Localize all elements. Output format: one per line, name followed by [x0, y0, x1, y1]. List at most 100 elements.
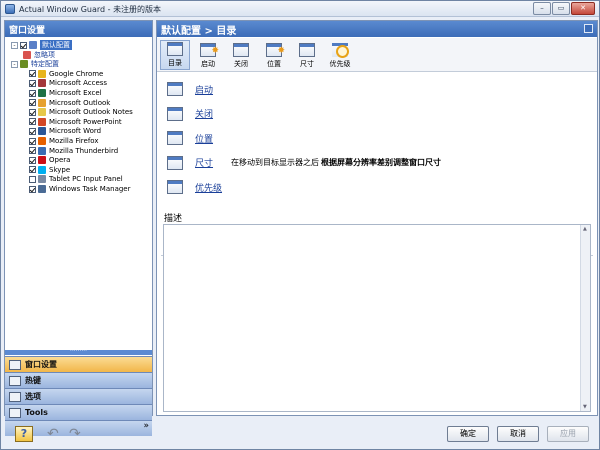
panel-menu-icon[interactable]: [584, 24, 593, 33]
app-icon: [38, 146, 46, 155]
app-icon: [38, 127, 46, 136]
tree-item[interactable]: Windows Task Manager: [29, 184, 131, 194]
undo-icon[interactable]: ↶: [47, 426, 65, 442]
category-link[interactable]: 位置: [195, 132, 225, 145]
tree-checkbox[interactable]: [29, 79, 36, 87]
category-toolbar: 目录 启动 关闭 位置 尺寸 优先级: [157, 38, 597, 72]
nav-label: Tools: [25, 408, 48, 417]
tree-checkbox[interactable]: [29, 99, 36, 107]
category-description: 在移动到目标显示器之后: [231, 158, 319, 167]
redo-icon[interactable]: ↷: [69, 426, 87, 442]
toolbar-button-position[interactable]: 位置: [259, 40, 289, 70]
tree-checkbox[interactable]: [29, 185, 36, 193]
breadcrumb-text: 默认配置 > 目录: [161, 26, 237, 37]
toolbar-button-label: 启动: [201, 60, 215, 68]
tree-item[interactable]: Microsoft Excel: [29, 88, 102, 98]
category-link[interactable]: 启动: [195, 83, 225, 96]
tree-item-label: Microsoft PowerPoint: [49, 117, 122, 126]
toolbar-button-label: 位置: [267, 60, 281, 68]
tree-item[interactable]: Microsoft Outlook Notes: [29, 107, 133, 117]
toolbar-button-label: 关闭: [234, 60, 248, 68]
tree-item[interactable]: Microsoft Outlook: [29, 98, 110, 108]
tree-item[interactable]: Microsoft Access: [29, 78, 107, 88]
tree-item[interactable]: Skype: [29, 165, 70, 175]
tree-checkbox[interactable]: [29, 118, 36, 126]
ok-button[interactable]: 确定: [447, 426, 489, 442]
tree-checkbox[interactable]: [29, 70, 36, 78]
tree-checkbox[interactable]: [29, 166, 36, 174]
tree-item[interactable]: - 特定配置: [11, 59, 59, 69]
tree-item[interactable]: Mozilla Firefox: [29, 136, 99, 146]
main-window: Actual Window Guard - 未注册的版本 – ▭ ✕ 窗口设置 …: [0, 0, 600, 450]
category-row: 尺寸 在移动到目标显示器之后 根据屏幕分辨率差别调整窗口尺寸: [167, 153, 441, 173]
close-button[interactable]: ✕: [571, 2, 595, 15]
nav-keyboard[interactable]: 热键: [5, 372, 152, 388]
category-link[interactable]: 尺寸: [195, 156, 225, 169]
directory-icon: [167, 42, 183, 56]
minimize-button[interactable]: –: [533, 2, 551, 15]
app-icon: [38, 117, 46, 126]
apply-button[interactable]: 应用: [547, 426, 589, 442]
description-scrollbar[interactable]: ▲ ▼: [580, 225, 590, 411]
toolbar-button-directory[interactable]: 目录: [160, 40, 190, 70]
restore-button[interactable]: ▭: [552, 2, 570, 15]
tree-item[interactable]: - 默认配置: [11, 40, 72, 50]
toolbar-button-size[interactable]: 尺寸: [292, 40, 322, 70]
tools-icon: [9, 407, 21, 418]
app-icon: [5, 4, 15, 14]
cancel-button[interactable]: 取消: [497, 426, 539, 442]
toolbar-button-close-window[interactable]: 关闭: [226, 40, 256, 70]
scroll-down-icon[interactable]: ▼: [583, 404, 587, 410]
category-icon: [167, 180, 183, 194]
tree-item-label: Microsoft Outlook Notes: [49, 108, 133, 117]
tree-checkbox[interactable]: [29, 147, 36, 155]
tree-checkbox[interactable]: [29, 108, 36, 116]
category-link[interactable]: 关闭: [195, 107, 225, 120]
nav-window-settings[interactable]: 窗口设置: [5, 356, 152, 372]
category-setting-value[interactable]: 根据屏幕分辨率差别调整窗口尺寸: [321, 157, 441, 168]
tree-item[interactable]: Opera: [29, 155, 70, 165]
panel-splitter-grip[interactable]: ·········: [5, 349, 152, 355]
description-label: 描述: [164, 214, 183, 224]
category-row: 位置: [167, 128, 225, 148]
app-icon: [38, 185, 46, 193]
scroll-up-icon[interactable]: ▲: [583, 226, 587, 232]
tree-item-label: Opera: [49, 156, 71, 165]
nav-options[interactable]: 选项: [5, 388, 152, 404]
category-link[interactable]: 优先级: [195, 181, 225, 194]
tree-item[interactable]: Google Chrome: [29, 69, 103, 79]
toolbar-button-priority[interactable]: 优先级: [325, 40, 355, 70]
breadcrumb: 默认配置 > 目录: [157, 21, 597, 37]
tree-item-label: Google Chrome: [49, 69, 104, 78]
app-icon: [38, 165, 46, 174]
category-row: 启动: [167, 79, 225, 99]
app-icon: [38, 175, 46, 184]
description-box: ▲ ▼: [163, 224, 591, 412]
tree-checkbox[interactable]: [29, 137, 36, 145]
toolbar-button-startup[interactable]: 启动: [193, 40, 223, 70]
tree-item[interactable]: Tablet PC Input Panel: [29, 174, 123, 184]
tree-expander-icon[interactable]: -: [11, 60, 18, 68]
toolbar-button-label: 优先级: [329, 60, 351, 68]
tree-item-label: Mozilla Firefox: [49, 137, 99, 145]
tree-checkbox[interactable]: [20, 41, 27, 49]
app-icon: [38, 156, 46, 165]
options-icon: [9, 391, 21, 402]
tree-checkbox[interactable]: [29, 156, 36, 164]
category-icon: [167, 106, 183, 121]
tree-item-label: Microsoft Word: [49, 127, 102, 136]
help-icon[interactable]: ?: [15, 426, 33, 442]
tree-checkbox[interactable]: [29, 89, 36, 97]
tree-item[interactable]: Microsoft PowerPoint: [29, 117, 122, 127]
tree-checkbox[interactable]: [29, 175, 36, 183]
tree-checkbox[interactable]: [29, 127, 36, 135]
tree-item[interactable]: Microsoft Word: [29, 126, 101, 136]
tree-item[interactable]: Mozilla Thunderbird: [29, 146, 118, 156]
category-row: 关闭: [167, 104, 225, 124]
tree-item[interactable]: 忽略项: [23, 50, 55, 60]
tree-expander-icon[interactable]: -: [11, 41, 18, 49]
tree-item-label: Mozilla Thunderbird: [49, 146, 119, 155]
tree-item-label: Microsoft Excel: [49, 89, 102, 97]
left-panel-header: 窗口设置: [5, 21, 152, 37]
category-icon: [167, 82, 183, 96]
